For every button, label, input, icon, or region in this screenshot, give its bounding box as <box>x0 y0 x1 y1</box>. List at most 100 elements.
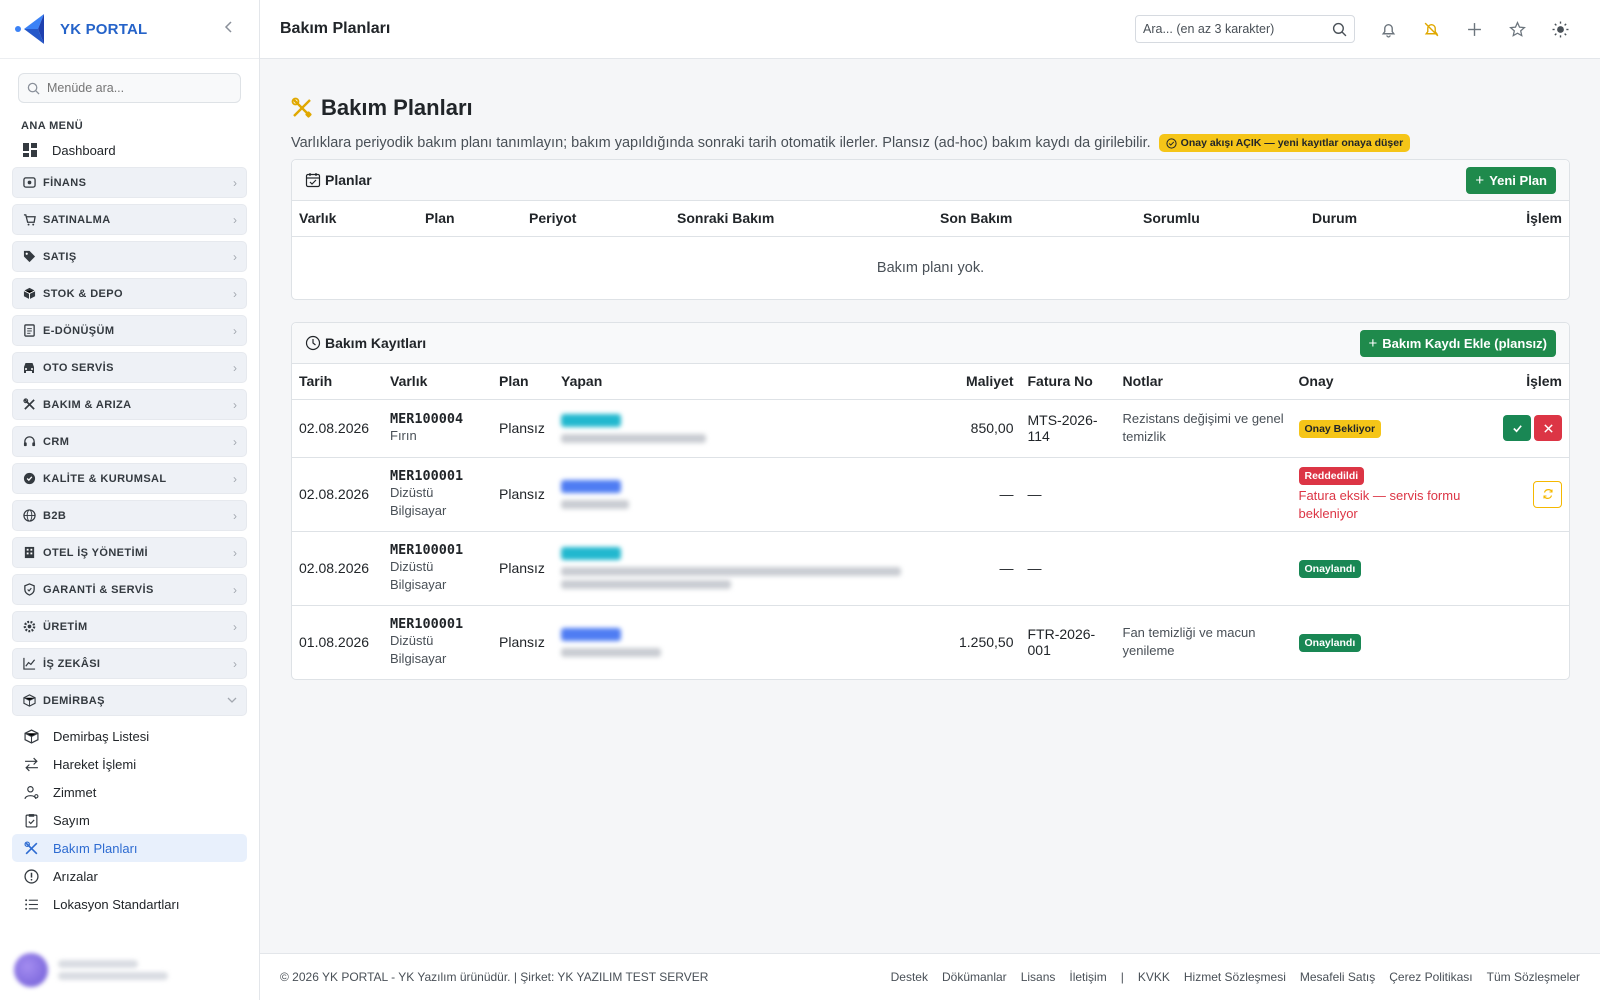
new-plan-button[interactable]: + Yeni Plan <box>1466 166 1556 194</box>
column-header[interactable]: Durum <box>1305 201 1449 237</box>
calendar-check-icon <box>305 173 321 188</box>
column-header[interactable]: Notlar <box>1115 364 1292 400</box>
finance-icon <box>22 176 36 190</box>
sidebar-group-satinalma[interactable]: SATINALMA › <box>12 204 247 235</box>
bell-off-icon[interactable] <box>1421 19 1441 39</box>
sidebar-group-otel[interactable]: OTEL İŞ YÖNETİMİ › <box>12 537 247 568</box>
sidebar-group-e-donusum[interactable]: E-DÖNÜŞÜM › <box>12 315 247 346</box>
footer-link-tum-sozlesmeler[interactable]: Tüm Sözleşmeler <box>1487 970 1580 984</box>
sidebar-item-dashboard[interactable]: Dashboard <box>22 136 259 164</box>
approval-flow-text: Onay akışı AÇIK — yeni kayıtlar onaya dü… <box>1180 137 1404 149</box>
footer-link-mesafeli-satis[interactable]: Mesafeli Satış <box>1300 970 1375 984</box>
column-header[interactable]: Sonraki Bakım <box>670 201 933 237</box>
global-search-input[interactable] <box>1143 22 1323 36</box>
headset-icon <box>22 435 36 449</box>
sidebar-group-oto-servis[interactable]: OTO SERVİS › <box>12 352 247 383</box>
brand-name[interactable]: YK PORTAL <box>60 21 147 38</box>
footer-link-cerez-politikasi[interactable]: Çerez Politikası <box>1389 970 1472 984</box>
asset-code[interactable]: MER100001 <box>390 468 485 484</box>
column-header[interactable]: Fatura No <box>1020 364 1116 400</box>
asset-code[interactable]: MER100001 <box>390 542 485 558</box>
asset-name: Dizüstü Bilgisayar <box>390 633 447 667</box>
sidebar-group-uretim[interactable]: ÜRETİM › <box>12 611 247 642</box>
footer-link-kvkk[interactable]: KVKK <box>1138 970 1170 984</box>
sidebar-group-kalite-kurumsal[interactable]: KALİTE & KURUMSAL › <box>12 463 247 494</box>
footer-link-iletisim[interactable]: İletişim <box>1069 970 1106 984</box>
footer-link-lisans[interactable]: Lisans <box>1021 970 1056 984</box>
column-header: İşlem <box>1489 364 1569 400</box>
sidebar-collapse-button[interactable] <box>223 20 235 38</box>
column-header[interactable]: Tarih <box>292 364 383 400</box>
user-profile[interactable] <box>14 950 245 990</box>
column-header[interactable]: Onay <box>1291 364 1489 400</box>
plus-icon: + <box>1475 171 1485 189</box>
sidebar-group-label: FİNANS <box>43 176 87 189</box>
sidebar-group-demirbas[interactable]: DEMİRBAŞ <box>12 685 247 716</box>
reject-button[interactable] <box>1534 415 1562 441</box>
check-circle-icon <box>1166 137 1177 149</box>
tag-icon <box>22 250 36 264</box>
plans-card-title: Planlar <box>305 172 372 188</box>
arrows-icon <box>23 756 39 772</box>
alert-circle-icon <box>23 868 39 884</box>
column-header[interactable]: Sorumlu <box>1136 201 1305 237</box>
bell-icon[interactable] <box>1378 19 1398 39</box>
resubmit-button[interactable] <box>1533 480 1562 508</box>
sidebar-group-label: GARANTİ & SERVİS <box>43 583 154 596</box>
sidebar-item-zimmet[interactable]: Zimmet <box>12 778 247 806</box>
column-header[interactable]: Plan <box>492 364 554 400</box>
sidebar-group-finans[interactable]: FİNANS › <box>12 167 247 198</box>
column-header[interactable]: Varlık <box>383 364 492 400</box>
menu-search[interactable] <box>18 73 241 103</box>
plus-icon[interactable] <box>1464 19 1484 39</box>
app-root: YK PORTAL ANA MENÜ Dashboard FİNANS › SA… <box>0 0 1600 1000</box>
box-icon <box>23 728 39 744</box>
global-search[interactable] <box>1135 15 1355 43</box>
sidebar-item-label: Lokasyon Standartları <box>53 896 180 912</box>
sidebar-item-lokasyon-standartlari[interactable]: Lokasyon Standartları <box>12 890 247 918</box>
record-date: 02.08.2026 <box>292 531 383 606</box>
sidebar-group-stok-depo[interactable]: STOK & DEPO › <box>12 278 247 309</box>
asset-code[interactable]: MER100001 <box>390 616 485 632</box>
sidebar-item-arizalar[interactable]: Arızalar <box>12 862 247 890</box>
sidebar-group-is-zekasi[interactable]: İŞ ZEKÂSI › <box>12 648 247 679</box>
star-icon[interactable] <box>1507 19 1527 39</box>
sun-icon[interactable] <box>1550 19 1570 39</box>
sidebar-item-bakim-planlari[interactable]: Bakım Planları <box>12 834 247 862</box>
sidebar-group-label: İŞ ZEKÂSI <box>43 657 101 670</box>
column-header[interactable]: Varlık <box>292 201 418 237</box>
column-header[interactable]: Son Bakım <box>933 201 1136 237</box>
search-icon[interactable] <box>1332 22 1347 37</box>
sidebar-item-hareket-islemi[interactable]: Hareket İşlemi <box>12 750 247 778</box>
document-icon <box>22 324 36 338</box>
sidebar-group-satis[interactable]: SATIŞ › <box>12 241 247 272</box>
footer-link-dokumanlar[interactable]: Dökümanlar <box>942 970 1007 984</box>
column-header[interactable]: Yapan <box>554 364 952 400</box>
asset-code[interactable]: MER100004 <box>390 411 485 427</box>
approve-button[interactable] <box>1503 415 1531 441</box>
column-header[interactable]: Maliyet <box>952 364 1021 400</box>
empty-row: Bakım planı yok. <box>292 236 1569 299</box>
chevron-right-icon: › <box>233 508 237 523</box>
chevron-right-icon: › <box>233 286 237 301</box>
sidebar-item-demirbas-listesi[interactable]: Demirbaş Listesi <box>12 722 247 750</box>
user-assign-icon <box>23 784 39 800</box>
sidebar-item-sayim[interactable]: Sayım <box>12 806 247 834</box>
record-date: 02.08.2026 <box>292 399 383 458</box>
sidebar-group-garanti-servis[interactable]: GARANTİ & SERVİS › <box>12 574 247 605</box>
chevron-right-icon: › <box>233 212 237 227</box>
add-record-button[interactable]: + Bakım Kaydı Ekle (plansız) <box>1359 329 1556 357</box>
sidebar-group-crm[interactable]: CRM › <box>12 426 247 457</box>
search-icon <box>27 82 40 95</box>
menu-search-input[interactable] <box>47 81 227 95</box>
footer-link-hizmet-sozlesmesi[interactable]: Hizmet Sözleşmesi <box>1184 970 1286 984</box>
chevron-right-icon: › <box>233 249 237 264</box>
footer-separator: | <box>1120 970 1124 984</box>
sidebar-group-bakim-ariza[interactable]: BAKIM & ARIZA › <box>12 389 247 420</box>
column-header[interactable]: Periyot <box>522 201 670 237</box>
sidebar-group-b2b[interactable]: B2B › <box>12 500 247 531</box>
column-header[interactable]: Plan <box>418 201 522 237</box>
footer-link-destek[interactable]: Destek <box>891 970 928 984</box>
record-asset: MER100004 Fırın <box>383 399 492 458</box>
redacted-badge <box>561 627 621 641</box>
